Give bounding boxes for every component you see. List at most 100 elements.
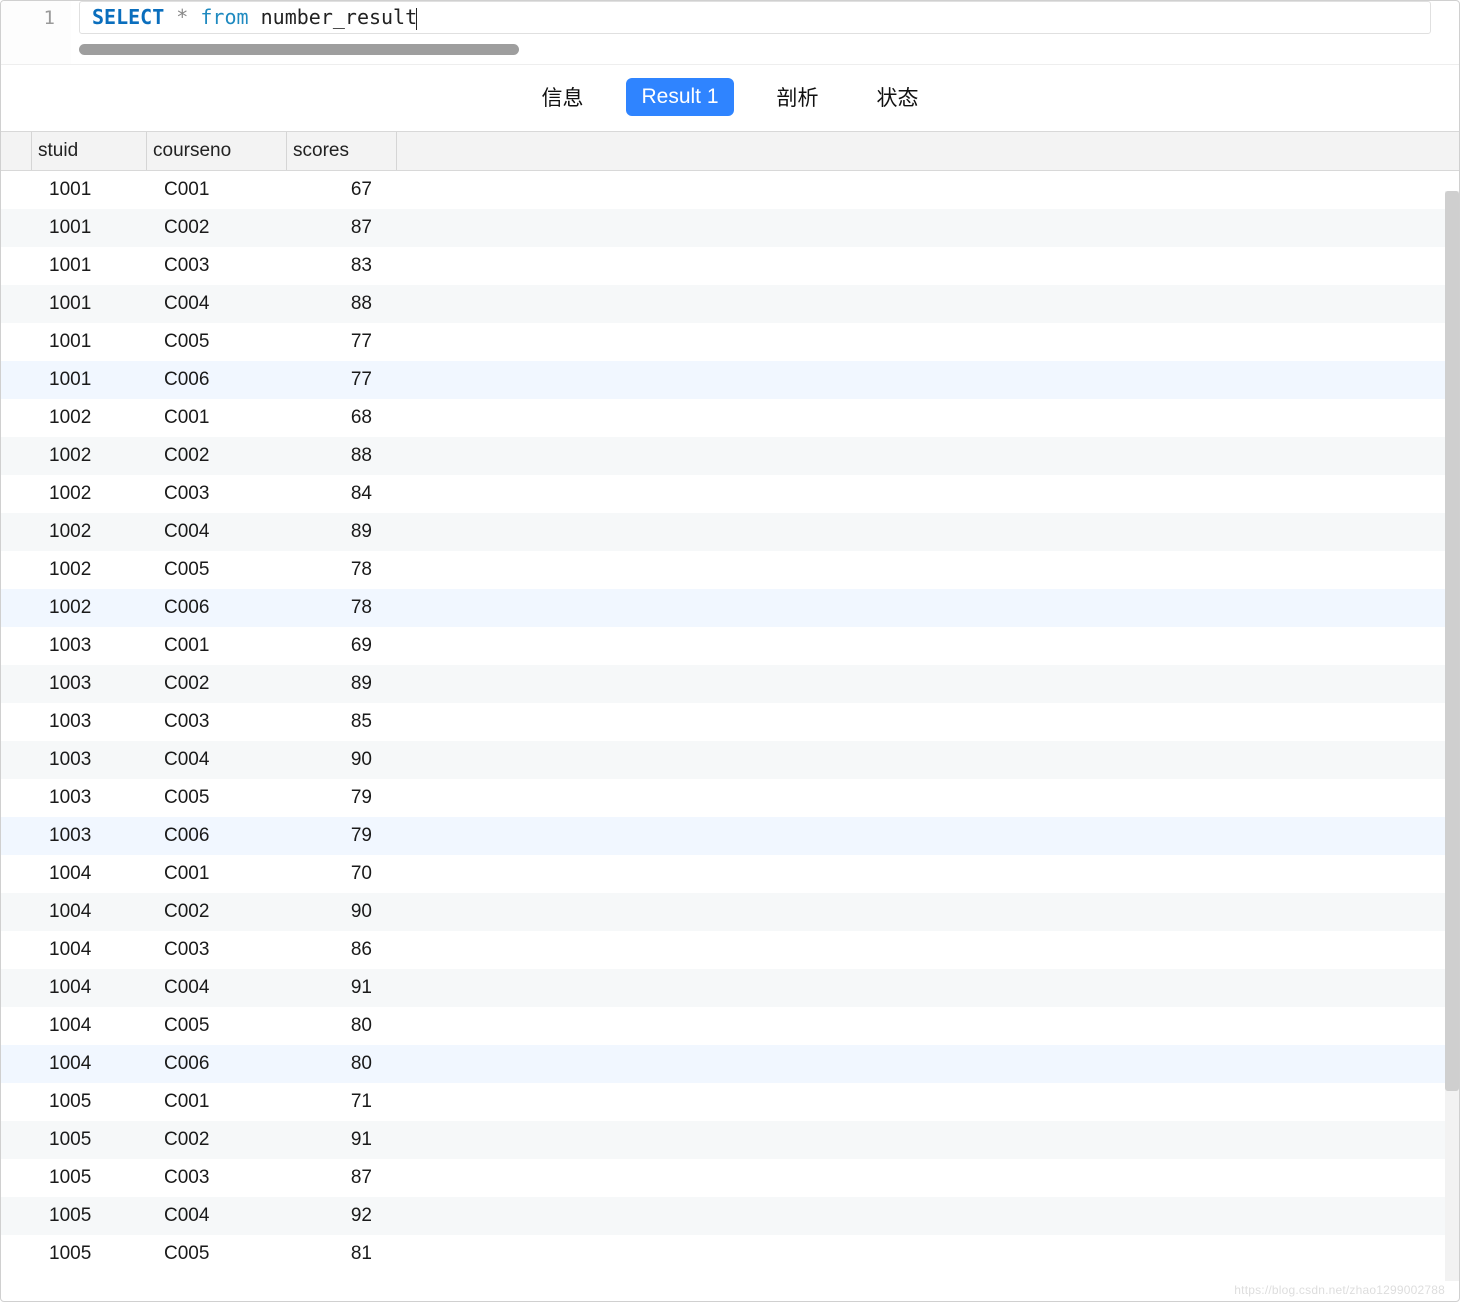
table-row[interactable]: 1002C00288 (1, 437, 1459, 475)
table-row[interactable]: 1004C00491 (1, 969, 1459, 1007)
cell-scores: 89 (298, 521, 378, 543)
sql-editor[interactable]: 1 SELECT * from number_result (1, 1, 1459, 65)
cell-scores: 91 (298, 977, 378, 999)
tab-状态[interactable]: 状态 (862, 75, 934, 119)
cell-courseno: C001 (158, 407, 298, 429)
cell-courseno: C001 (158, 1091, 298, 1113)
sql-input[interactable]: SELECT * from number_result (79, 1, 1431, 34)
cell-courseno: C006 (158, 597, 298, 619)
cell-stuid: 1004 (43, 939, 158, 961)
cell-courseno: C002 (158, 445, 298, 467)
keyword-select: SELECT (92, 5, 164, 29)
cell-courseno: C003 (158, 711, 298, 733)
table-row[interactable]: 1004C00170 (1, 855, 1459, 893)
table-row[interactable]: 1001C00677 (1, 361, 1459, 399)
table-row[interactable]: 1001C00167 (1, 171, 1459, 209)
table-row[interactable]: 1003C00385 (1, 703, 1459, 741)
cell-scores: 68 (298, 407, 378, 429)
cell-stuid: 1004 (43, 977, 158, 999)
table-row[interactable]: 1003C00490 (1, 741, 1459, 779)
table-row[interactable]: 1005C00492 (1, 1197, 1459, 1235)
table-body[interactable]: 1001C001671001C002871001C003831001C00488… (1, 171, 1459, 1302)
table-row[interactable]: 1004C00680 (1, 1045, 1459, 1083)
table-row[interactable]: 1001C00287 (1, 209, 1459, 247)
cell-stuid: 1005 (43, 1167, 158, 1189)
table-row[interactable]: 1005C00581 (1, 1235, 1459, 1273)
table-row[interactable]: 1004C00386 (1, 931, 1459, 969)
tab-result-1[interactable]: Result 1 (626, 78, 733, 116)
table-row[interactable]: 1004C00290 (1, 893, 1459, 931)
table-row[interactable]: 1001C00488 (1, 285, 1459, 323)
cell-scores: 87 (298, 217, 378, 239)
cell-courseno: C005 (158, 559, 298, 581)
table-row[interactable]: 1003C00679 (1, 817, 1459, 855)
tab-剖析[interactable]: 剖析 (762, 75, 834, 119)
cell-stuid: 1001 (43, 369, 158, 391)
table-row[interactable]: 1005C00291 (1, 1121, 1459, 1159)
cell-scores: 71 (298, 1091, 378, 1113)
table-row[interactable]: 1001C00577 (1, 323, 1459, 361)
column-header-courseno[interactable]: courseno (146, 132, 286, 170)
text-cursor (416, 8, 417, 30)
table-row[interactable]: 1003C00579 (1, 779, 1459, 817)
cell-courseno: C006 (158, 369, 298, 391)
table-row[interactable]: 1005C00171 (1, 1083, 1459, 1121)
table-row[interactable]: 1004C00580 (1, 1007, 1459, 1045)
vertical-scrollbar-thumb[interactable] (1445, 191, 1459, 1091)
cell-stuid: 1003 (43, 673, 158, 695)
cell-stuid: 1002 (43, 597, 158, 619)
cell-courseno: C001 (158, 179, 298, 201)
cell-stuid: 1004 (43, 1015, 158, 1037)
cell-stuid: 1002 (43, 559, 158, 581)
cell-courseno: C006 (158, 825, 298, 847)
token-star: * (176, 5, 188, 29)
cell-courseno: C001 (158, 635, 298, 657)
code-area[interactable]: SELECT * from number_result (71, 1, 1459, 64)
cell-scores: 84 (298, 483, 378, 505)
cell-courseno: C005 (158, 1243, 298, 1265)
cell-scores: 67 (298, 179, 378, 201)
column-header-scores[interactable]: scores (286, 132, 396, 170)
table-row[interactable]: 1002C00384 (1, 475, 1459, 513)
keyword-from: from (200, 5, 248, 29)
cell-courseno: C002 (158, 1129, 298, 1151)
cell-courseno: C002 (158, 901, 298, 923)
table-row[interactable]: 1002C00678 (1, 589, 1459, 627)
table-row[interactable]: 1003C00169 (1, 627, 1459, 665)
cell-scores: 89 (298, 673, 378, 695)
vertical-scrollbar[interactable] (1445, 191, 1459, 1281)
cell-courseno: C002 (158, 673, 298, 695)
cell-courseno: C004 (158, 293, 298, 315)
table-row[interactable]: 1005C00387 (1, 1159, 1459, 1197)
horizontal-scrollbar-thumb[interactable] (79, 44, 519, 55)
cell-stuid: 1003 (43, 635, 158, 657)
cell-courseno: C002 (158, 217, 298, 239)
table-row[interactable]: 1002C00168 (1, 399, 1459, 437)
cell-scores: 90 (298, 901, 378, 923)
cell-courseno: C005 (158, 331, 298, 353)
table-row[interactable]: 1002C00578 (1, 551, 1459, 589)
cell-stuid: 1003 (43, 711, 158, 733)
cell-scores: 90 (298, 749, 378, 771)
cell-scores: 79 (298, 825, 378, 847)
table-row[interactable]: 1001C00383 (1, 247, 1459, 285)
cell-scores: 91 (298, 1129, 378, 1151)
cell-scores: 80 (298, 1053, 378, 1075)
cell-scores: 69 (298, 635, 378, 657)
cell-courseno: C001 (158, 863, 298, 885)
cell-courseno: C003 (158, 1167, 298, 1189)
cell-stuid: 1004 (43, 901, 158, 923)
cell-stuid: 1003 (43, 749, 158, 771)
cell-scores: 70 (298, 863, 378, 885)
table-row[interactable]: 1003C00289 (1, 665, 1459, 703)
cell-courseno: C006 (158, 1053, 298, 1075)
column-header-filler (396, 132, 1459, 170)
tab-信息[interactable]: 信息 (526, 75, 598, 119)
table-row[interactable]: 1002C00489 (1, 513, 1459, 551)
cell-scores: 85 (298, 711, 378, 733)
column-header-stuid[interactable]: stuid (31, 132, 146, 170)
cell-stuid: 1001 (43, 255, 158, 277)
horizontal-scrollbar[interactable] (79, 44, 519, 56)
cell-scores: 83 (298, 255, 378, 277)
cell-stuid: 1002 (43, 407, 158, 429)
